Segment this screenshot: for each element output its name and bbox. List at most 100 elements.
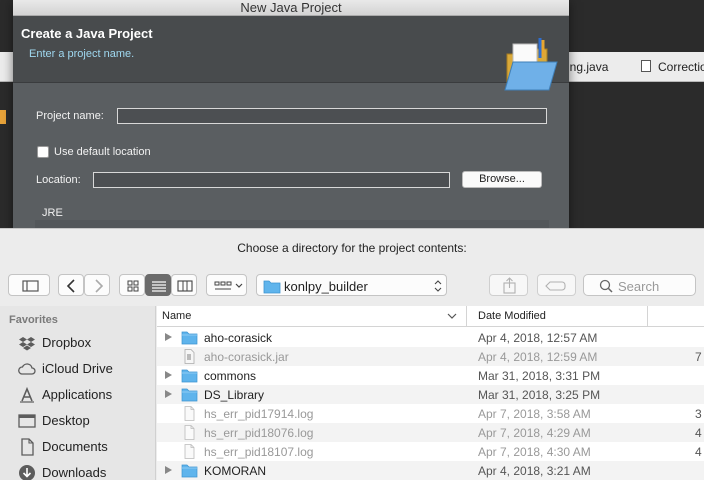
- chevron-left-icon: [66, 279, 75, 293]
- file-name: aho-corasick.jar: [204, 350, 289, 364]
- file-row[interactable]: aho-corasick.jar Apr 4, 2018, 12:59 AM 7: [157, 347, 704, 366]
- current-folder-label: konlpy_builder: [284, 279, 368, 294]
- search-placeholder: Search: [618, 279, 660, 294]
- share-icon: [503, 277, 516, 294]
- file-name: aho-corasick: [204, 331, 273, 345]
- browse-button[interactable]: Browse...: [462, 171, 542, 188]
- folder-icon: [181, 369, 198, 383]
- sidebar-item-label: Dropbox: [42, 335, 92, 350]
- file-size: 7: [695, 350, 702, 364]
- sort-chevron-icon: [447, 313, 457, 319]
- arrange-icon: [214, 281, 243, 290]
- new-java-project-dialog: New Java Project Create a Java Project E…: [13, 0, 569, 232]
- file-date: Apr 7, 2018, 4:29 AM: [478, 426, 591, 440]
- column-view-button[interactable]: [171, 274, 197, 296]
- jre-group-label: JRE: [42, 207, 63, 219]
- disclosure-triangle-icon[interactable]: [165, 466, 172, 474]
- file-name: commons: [204, 369, 257, 383]
- favorites-heading: Favorites: [9, 314, 58, 326]
- sidebar-item-desktop[interactable]: Desktop: [0, 409, 156, 433]
- file-date: Apr 4, 2018, 12:59 AM: [478, 350, 598, 364]
- desktop-icon: [18, 414, 36, 428]
- dialog-header: Create a Java Project Enter a project na…: [13, 16, 569, 91]
- sidebar-toggle-button[interactable]: [8, 274, 50, 296]
- sidebar-item-label: iCloud Drive: [42, 361, 113, 376]
- location-label: Location:: [36, 174, 81, 186]
- icon-view-button[interactable]: [119, 274, 145, 296]
- back-button[interactable]: [58, 274, 84, 296]
- project-name-field[interactable]: [117, 108, 547, 124]
- file-row[interactable]: aho-corasick Apr 4, 2018, 12:57 AM: [157, 328, 704, 347]
- date-column-label: Date Modified: [478, 310, 546, 322]
- file-row[interactable]: hs_err_pid17914.log Apr 7, 2018, 3:58 AM 3: [157, 404, 704, 423]
- document-icon: [184, 444, 195, 459]
- location-field[interactable]: [93, 172, 450, 188]
- disclosure-triangle-icon[interactable]: [165, 390, 172, 398]
- sidebar-item-downloads[interactable]: Downloads: [0, 461, 156, 480]
- folder-icon: [181, 331, 198, 345]
- editor-tab-1[interactable]: ing.java: [567, 60, 608, 74]
- size-column-header[interactable]: [648, 306, 704, 327]
- file-date: Mar 31, 2018, 3:25 PM: [478, 388, 601, 402]
- file-date: Apr 4, 2018, 12:57 AM: [478, 331, 598, 345]
- file-size: 4: [695, 426, 702, 440]
- disclosure-triangle-icon[interactable]: [165, 371, 172, 379]
- file-size: 3: [695, 407, 702, 421]
- sidebar-item-label: Applications: [42, 387, 113, 402]
- file-row[interactable]: DS_Library Mar 31, 2018, 3:25 PM: [157, 385, 704, 404]
- file-list: Name Date Modified aho-corasick Apr 4, 20…: [157, 306, 704, 480]
- dialog-title: New Java Project: [13, 0, 569, 16]
- chevron-right-icon: [95, 279, 104, 293]
- sidebar-item-applications[interactable]: Applications: [0, 383, 156, 407]
- folder-icon: [181, 464, 198, 478]
- file-name: hs_err_pid18107.log: [204, 445, 314, 459]
- documents-icon: [21, 438, 34, 456]
- tag-icon: [545, 281, 566, 291]
- file-date: Apr 7, 2018, 3:58 AM: [478, 407, 591, 421]
- finder-sidebar: Favorites Dropbox iCloud Drive Applicati…: [0, 306, 156, 480]
- forward-button[interactable]: [84, 274, 110, 296]
- folder-icon: [181, 388, 198, 402]
- downloads-icon: [19, 465, 35, 480]
- search-field[interactable]: Search: [583, 274, 696, 296]
- dialog-heading: Create a Java Project: [21, 26, 153, 41]
- list-icon: [152, 281, 166, 292]
- file-row[interactable]: hs_err_pid18107.log Apr 7, 2018, 4:30 AM 4: [157, 442, 704, 461]
- columns-icon: [177, 280, 193, 292]
- java-file-icon: [0, 110, 6, 124]
- folder-icon: [263, 280, 281, 294]
- disclosure-triangle-icon[interactable]: [165, 333, 172, 341]
- search-icon: [599, 279, 613, 293]
- sidebar-item-label: Desktop: [42, 413, 90, 428]
- location-popup[interactable]: konlpy_builder: [256, 274, 447, 296]
- document-icon: [184, 406, 195, 421]
- directory-chooser-sheet: Choose a directory for the project conte…: [0, 228, 704, 480]
- use-default-location-checkbox[interactable]: [37, 146, 49, 158]
- file-row[interactable]: commons Mar 31, 2018, 3:31 PM: [157, 366, 704, 385]
- sidebar-item-dropbox[interactable]: Dropbox: [0, 331, 156, 355]
- sidebar-toggle-icon: [22, 280, 39, 292]
- sidebar-item-icloud[interactable]: iCloud Drive: [0, 357, 156, 381]
- file-name: DS_Library: [204, 388, 265, 402]
- dropbox-icon: [19, 337, 35, 351]
- file-name: hs_err_pid18076.log: [204, 426, 314, 440]
- sidebar-item-label: Documents: [42, 439, 108, 454]
- project-name-label: Project name:: [36, 110, 104, 122]
- date-column-header[interactable]: Date Modified: [467, 306, 648, 327]
- file-date: Apr 7, 2018, 4:30 AM: [478, 445, 591, 459]
- name-column-label: Name: [162, 310, 192, 322]
- file-row[interactable]: hs_err_pid18076.log Apr 7, 2018, 4:29 AM 4: [157, 423, 704, 442]
- share-button[interactable]: [489, 274, 528, 296]
- document-icon: [184, 425, 195, 440]
- applications-icon: [20, 386, 34, 403]
- file-name: KOMORAN: [204, 464, 267, 478]
- list-view-button[interactable]: [145, 274, 171, 296]
- file-row[interactable]: KOMORAN Apr 4, 2018, 3:21 AM: [157, 461, 704, 480]
- name-column-header[interactable]: Name: [157, 306, 467, 327]
- tags-button[interactable]: [537, 274, 576, 296]
- editor-tab-2[interactable]: Correctio: [658, 60, 704, 74]
- arrange-button[interactable]: [206, 274, 247, 296]
- cloud-icon: [18, 363, 36, 375]
- sidebar-item-documents[interactable]: Documents: [0, 435, 156, 459]
- file-name: hs_err_pid17914.log: [204, 407, 314, 421]
